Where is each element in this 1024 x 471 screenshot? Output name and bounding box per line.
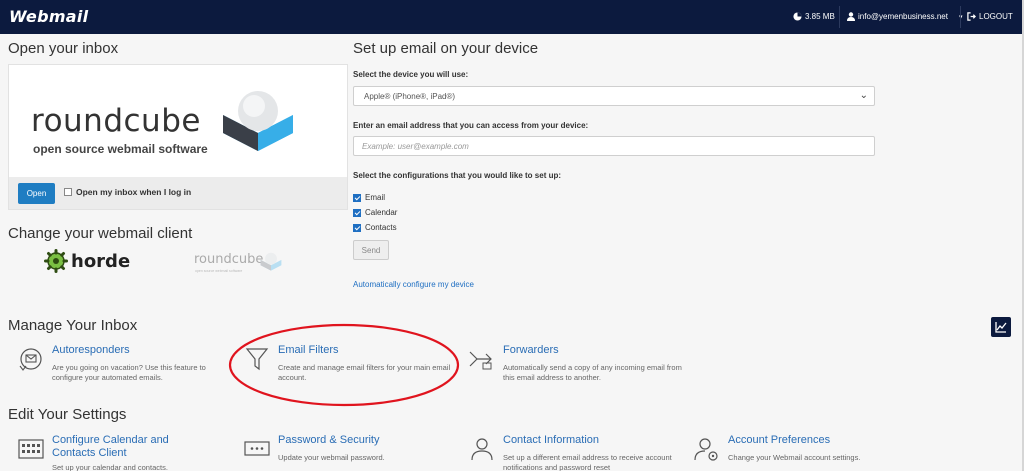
stats-button[interactable] bbox=[991, 317, 1011, 337]
contact-information-title[interactable]: Contact Information bbox=[503, 434, 599, 447]
roundcube-logo-text: roundcube bbox=[31, 103, 201, 139]
send-button[interactable]: Send bbox=[353, 240, 389, 260]
change-client-title: Change your webmail client bbox=[8, 225, 193, 242]
device-select[interactable]: Apple® (iPhone®, iPad®) ⌄ bbox=[353, 86, 875, 106]
pie-chart-icon bbox=[793, 12, 802, 21]
disk-usage-value: 3.85 MB bbox=[805, 12, 835, 21]
auto-configure-link[interactable]: Automatically configure my device bbox=[353, 280, 474, 289]
open-on-login-checkbox[interactable] bbox=[64, 188, 72, 196]
calendar-checkbox[interactable] bbox=[353, 208, 361, 217]
manage-inbox-title: Manage Your Inbox bbox=[8, 317, 138, 334]
password-security-card[interactable]: Password & Security Update your webmail … bbox=[242, 434, 457, 471]
roundcube-small-cube-icon bbox=[260, 252, 282, 271]
webmail-logo[interactable]: Webmail bbox=[9, 7, 88, 26]
autoresponder-icon bbox=[19, 348, 42, 371]
setup-device-title: Set up email on your device bbox=[353, 40, 539, 57]
edit-settings-title: Edit Your Settings bbox=[8, 406, 127, 423]
roundcube-small-label: roundcube bbox=[194, 252, 264, 267]
roundcube-banner[interactable]: roundcube open source webmail software bbox=[8, 64, 348, 178]
calendar-contacts-desc: Set up your calendar and contacts. bbox=[52, 463, 168, 471]
contact-information-desc: Set up a different email address to rece… bbox=[503, 453, 672, 471]
account-preferences-title[interactable]: Account Preferences bbox=[728, 434, 830, 447]
autoresponders-card[interactable]: Autoresponders Are you going on vacation… bbox=[16, 344, 226, 388]
open-button[interactable]: Open bbox=[18, 183, 55, 204]
option-calendar-label: Calendar bbox=[365, 208, 398, 217]
user-email: info@yemenbusiness.net bbox=[858, 12, 948, 21]
horde-gear-icon bbox=[44, 249, 68, 273]
top-bar: Webmail 3.85 MB info@yemenbusiness.net ▾… bbox=[0, 0, 1024, 34]
preferences-icon bbox=[694, 438, 718, 461]
horde-client-option[interactable]: horde bbox=[44, 249, 130, 273]
password-security-desc: Update your webmail password. bbox=[278, 453, 385, 462]
horde-label: horde bbox=[71, 250, 131, 272]
config-label: Select the configurations that you would… bbox=[353, 171, 562, 180]
forward-icon bbox=[469, 351, 492, 370]
annotation-circle bbox=[228, 323, 460, 407]
calendar-contacts-title[interactable]: Configure Calendar and Contacts Client bbox=[52, 434, 192, 460]
option-email-label: Email bbox=[365, 193, 386, 202]
calendar-icon bbox=[18, 439, 44, 459]
email-checkbox[interactable] bbox=[353, 193, 361, 202]
chevron-down-icon: ⌄ bbox=[859, 90, 868, 101]
option-contacts-label: Contacts bbox=[365, 223, 397, 232]
roundcube-tagline: open source webmail software bbox=[33, 142, 208, 156]
option-email[interactable]: Email bbox=[353, 193, 385, 202]
open-on-login-option[interactable]: Open my inbox when I log in bbox=[64, 187, 191, 197]
account-preferences-card[interactable]: Account Preferences Change your Webmail … bbox=[692, 434, 907, 471]
email-input[interactable]: Example: user@example.com bbox=[353, 136, 875, 156]
roundcube-client-option[interactable]: roundcube open source webmail software bbox=[194, 252, 286, 280]
device-select-value: Apple® (iPhone®, iPad®) bbox=[364, 92, 456, 101]
logout-icon bbox=[967, 12, 976, 21]
user-icon bbox=[847, 12, 855, 21]
email-label: Enter an email address that you can acce… bbox=[353, 121, 589, 130]
roundcube-small-tagline: open source webmail software bbox=[195, 269, 243, 273]
password-security-title[interactable]: Password & Security bbox=[278, 434, 379, 447]
user-menu[interactable]: info@yemenbusiness.net ▾ bbox=[847, 12, 962, 21]
logout-button[interactable]: LOGOUT bbox=[967, 12, 1013, 21]
open-on-login-label: Open my inbox when I log in bbox=[76, 187, 192, 197]
logout-label: LOGOUT bbox=[979, 12, 1013, 21]
option-calendar[interactable]: Calendar bbox=[353, 208, 397, 217]
device-label: Select the device you will use: bbox=[353, 70, 469, 79]
autoresponders-desc: Are you going on vacation? Use this feat… bbox=[52, 363, 206, 382]
password-icon bbox=[244, 441, 270, 456]
option-contacts[interactable]: Contacts bbox=[353, 223, 397, 232]
contact-icon bbox=[471, 438, 493, 461]
open-inbox-title: Open your inbox bbox=[8, 40, 119, 57]
disk-usage[interactable]: 3.85 MB bbox=[793, 12, 835, 21]
contact-information-card[interactable]: Contact Information Set up a different e… bbox=[467, 434, 682, 471]
forwarders-desc: Automatically send a copy of any incomin… bbox=[503, 363, 682, 382]
calendar-contacts-card[interactable]: Configure Calendar and Contacts Client S… bbox=[16, 434, 231, 471]
trend-chart-icon bbox=[995, 322, 1007, 333]
forwarders-card[interactable]: Forwarders Automatically send a copy of … bbox=[467, 344, 682, 388]
contacts-checkbox[interactable] bbox=[353, 223, 361, 232]
autoresponders-title[interactable]: Autoresponders bbox=[52, 344, 130, 357]
account-preferences-desc: Change your Webmail account settings. bbox=[728, 453, 861, 462]
open-inbox-footer: Open Open my inbox when I log in bbox=[8, 177, 348, 210]
forwarders-title[interactable]: Forwarders bbox=[503, 344, 559, 357]
roundcube-cube-icon bbox=[223, 91, 293, 151]
